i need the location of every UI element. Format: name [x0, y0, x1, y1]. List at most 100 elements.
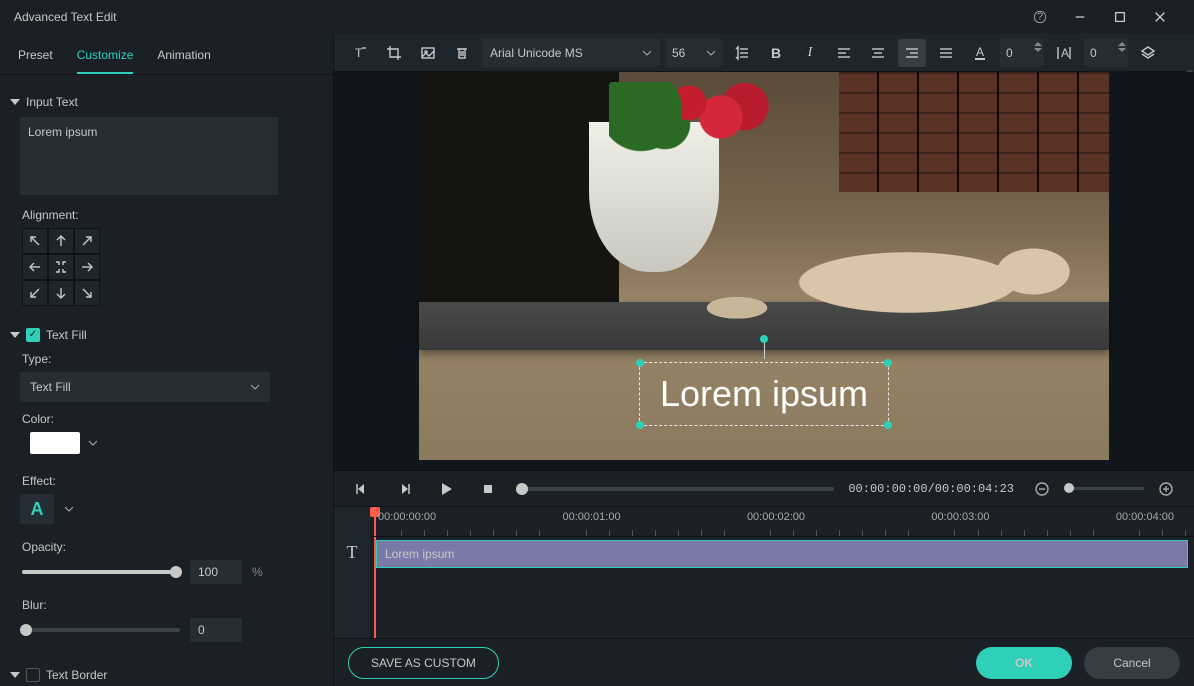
svg-text:A: A	[1061, 46, 1069, 60]
zoom-slider[interactable]	[1064, 487, 1144, 490]
import-image-icon[interactable]	[414, 39, 442, 67]
line-spacing-input[interactable]: 0	[1084, 39, 1128, 67]
blur-slider[interactable]	[22, 628, 180, 632]
align-right-icon[interactable]	[898, 39, 926, 67]
color-label: Color:	[22, 412, 317, 426]
opacity-label: Opacity:	[22, 540, 317, 554]
alignment-grid	[22, 228, 317, 306]
font-size-select[interactable]: 56	[666, 39, 722, 67]
ok-button[interactable]: OK	[976, 647, 1072, 679]
align-bottom-left[interactable]	[22, 280, 48, 306]
seek-slider[interactable]	[516, 487, 834, 491]
align-left-icon[interactable]	[830, 39, 858, 67]
svg-text:A: A	[976, 45, 984, 59]
customize-panel: Input Text Alignment: Text Fill Type:	[0, 74, 333, 686]
minimize-button[interactable]	[1060, 0, 1100, 34]
timeline: T 00:00:00:0000:00:01:0000:00:02:0000:00…	[334, 506, 1194, 638]
line-height-icon[interactable]	[728, 39, 756, 67]
align-top-right[interactable]	[74, 228, 100, 254]
text-fill-checkbox[interactable]	[26, 328, 40, 342]
crop-icon[interactable]	[380, 39, 408, 67]
align-middle-left[interactable]	[22, 254, 48, 280]
align-bottom-right[interactable]	[74, 280, 100, 306]
align-top-center[interactable]	[48, 228, 74, 254]
preview-canvas[interactable]: Lorem ipsum	[419, 72, 1109, 460]
resize-handle[interactable]	[884, 421, 892, 429]
text-track-icon: T	[334, 537, 370, 567]
font-size-value: 56	[672, 46, 685, 60]
effect-preview[interactable]: A	[20, 494, 54, 524]
chevron-down-icon	[706, 48, 716, 58]
text-color-icon[interactable]: A	[966, 39, 994, 67]
chevron-down-icon	[10, 99, 20, 105]
stop-button[interactable]	[474, 475, 502, 503]
char-spacing-input[interactable]: 0	[1000, 39, 1044, 67]
align-top-left[interactable]	[22, 228, 48, 254]
input-text-header: Input Text	[26, 95, 78, 109]
align-center[interactable]	[48, 254, 74, 280]
titlebar: Advanced Text Edit ?	[0, 0, 1194, 34]
italic-button[interactable]: I	[796, 39, 824, 67]
align-justify-icon[interactable]	[932, 39, 960, 67]
text-overlay-box[interactable]: Lorem ipsum	[639, 362, 889, 426]
chevron-down-icon	[10, 332, 20, 338]
type-value: Text Fill	[30, 380, 71, 394]
opacity-slider[interactable]	[22, 570, 180, 574]
overlay-text[interactable]: Lorem ipsum	[660, 373, 868, 415]
bold-button[interactable]: B	[762, 39, 790, 67]
playback-bar: 00:00:00:00/00:00:04:23	[334, 470, 1194, 506]
blur-label: Blur:	[22, 598, 317, 612]
align-bottom-center[interactable]	[48, 280, 74, 306]
delete-icon[interactable]	[448, 39, 476, 67]
close-button[interactable]	[1140, 0, 1180, 34]
section-text-border[interactable]: Text Border	[10, 668, 317, 682]
text-border-checkbox[interactable]	[26, 668, 40, 682]
svg-text:?: ?	[1037, 11, 1043, 23]
align-center-icon[interactable]	[864, 39, 892, 67]
prev-frame-button[interactable]	[348, 475, 376, 503]
timecode: 00:00:00:00/00:00:04:23	[848, 482, 1014, 496]
resize-handle[interactable]	[636, 359, 644, 367]
color-swatch[interactable]	[30, 432, 80, 454]
opacity-unit: %	[252, 565, 263, 579]
letter-spacing-icon[interactable]: A	[1050, 39, 1078, 67]
zoom-in-button[interactable]	[1152, 475, 1180, 503]
timeline-ruler[interactable]: 00:00:00:0000:00:01:0000:00:02:0000:00:0…	[370, 507, 1194, 537]
align-middle-right[interactable]	[74, 254, 100, 280]
rotate-handle[interactable]	[760, 335, 768, 343]
section-input-text[interactable]: Input Text	[10, 95, 317, 109]
tab-preset[interactable]: Preset	[18, 48, 53, 74]
resize-handle[interactable]	[636, 421, 644, 429]
sidebar: Preset Customize Animation Input Text Al…	[0, 34, 334, 686]
opacity-value[interactable]: 100	[190, 560, 242, 584]
tab-animation[interactable]: Animation	[157, 48, 210, 74]
sidebar-tabs: Preset Customize Animation	[0, 34, 333, 74]
help-icon[interactable]: ?	[1020, 0, 1060, 34]
effect-label: Effect:	[22, 474, 317, 488]
cancel-button[interactable]: Cancel	[1084, 647, 1180, 679]
font-value: Arial Unicode MS	[490, 46, 583, 60]
tab-customize[interactable]: Customize	[77, 48, 134, 74]
edit-text-icon[interactable]: T	[346, 39, 374, 67]
maximize-button[interactable]	[1100, 0, 1140, 34]
text-clip[interactable]: Lorem ipsum	[376, 540, 1188, 568]
save-as-custom-button[interactable]: SAVE AS CUSTOM	[348, 647, 499, 679]
preview-area[interactable]: Lorem ipsum	[334, 72, 1194, 470]
blur-value[interactable]: 0	[190, 618, 242, 642]
resize-handle[interactable]	[884, 359, 892, 367]
chevron-down-icon[interactable]	[88, 438, 98, 448]
section-text-fill[interactable]: Text Fill	[10, 328, 317, 342]
text-border-header: Text Border	[46, 668, 107, 682]
chevron-down-icon	[642, 48, 652, 58]
text-fill-header: Text Fill	[46, 328, 87, 342]
toolbar: T Arial Unicode MS 56 B I A 0	[334, 34, 1194, 72]
chevron-down-icon[interactable]	[64, 504, 74, 514]
type-select[interactable]: Text Fill	[20, 372, 270, 402]
font-select[interactable]: Arial Unicode MS	[482, 39, 660, 67]
next-frame-button[interactable]	[390, 475, 418, 503]
zoom-out-button[interactable]	[1028, 475, 1056, 503]
play-button[interactable]	[432, 475, 460, 503]
layers-icon[interactable]	[1134, 39, 1162, 67]
timeline-tracks[interactable]: 00:00:00:0000:00:01:0000:00:02:0000:00:0…	[370, 507, 1194, 638]
input-text-area[interactable]	[20, 117, 278, 195]
